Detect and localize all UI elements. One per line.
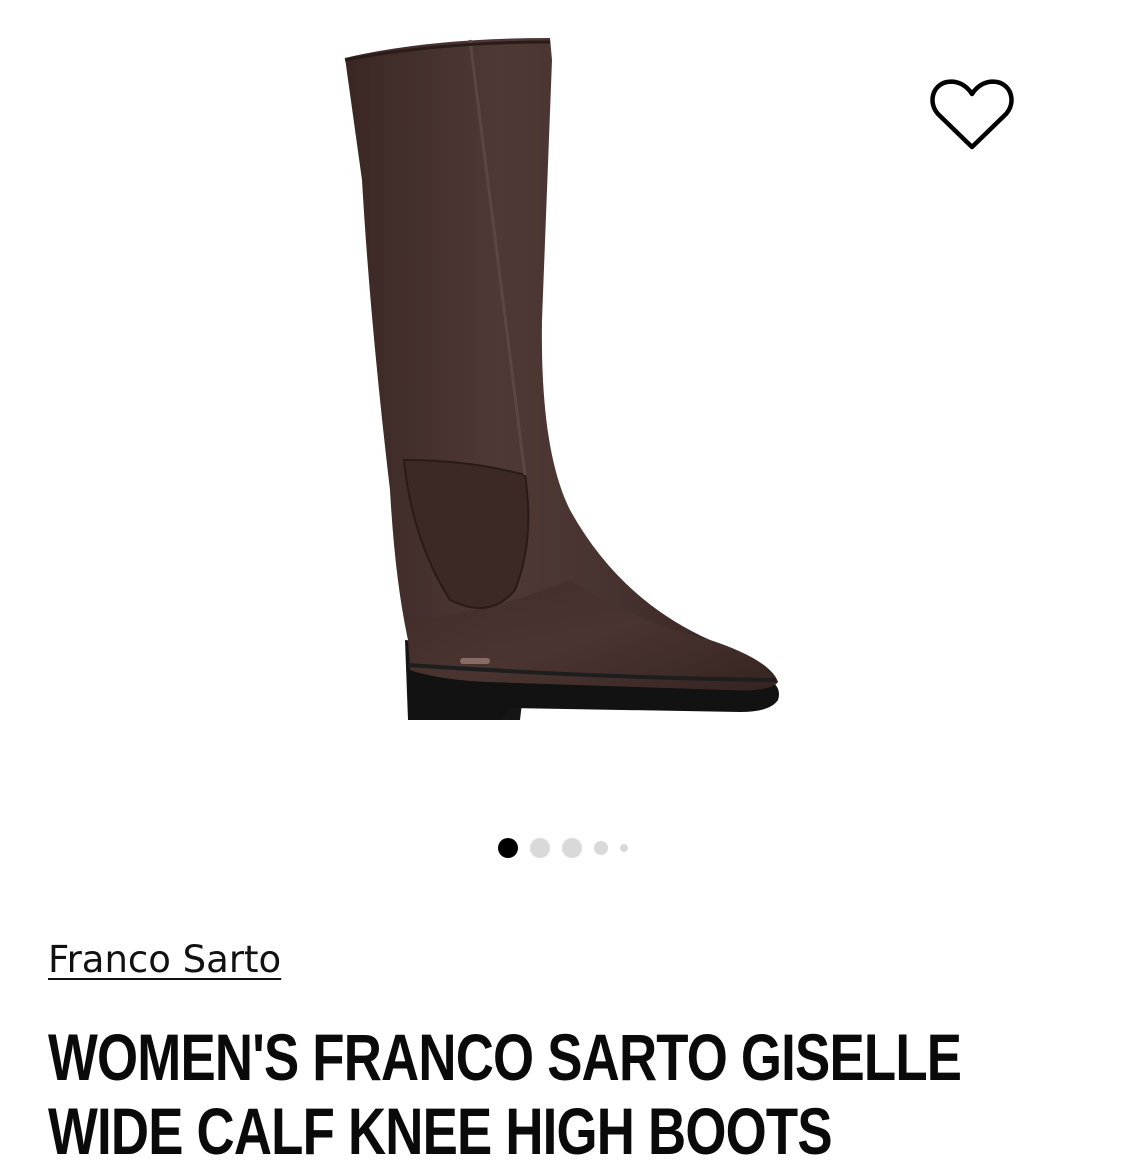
carousel-dot-1[interactable] (497, 838, 518, 858)
carousel-dot-4[interactable] (593, 841, 608, 855)
carousel-dot-2[interactable] (529, 838, 550, 858)
product-title: WOMEN'S FRANCO SARTO GISELLE WIDE CALF K… (48, 1020, 962, 1168)
heart-outline-icon (930, 79, 1014, 150)
product-image-gallery[interactable] (0, 0, 1125, 880)
product-image-boot (344, 38, 779, 720)
carousel-dot-3[interactable] (561, 838, 582, 858)
brand-link[interactable]: Franco Sarto (48, 938, 281, 981)
carousel-dot-5[interactable] (619, 844, 628, 852)
wishlist-heart-button[interactable] (922, 70, 1022, 160)
carousel-dots (0, 836, 1125, 860)
